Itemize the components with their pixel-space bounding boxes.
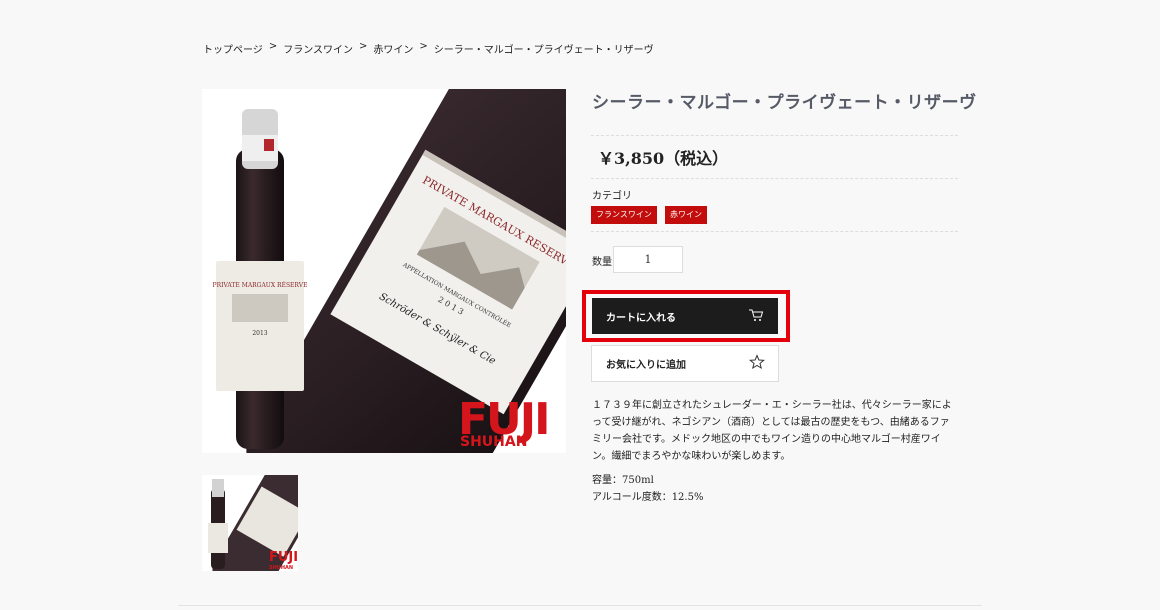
add-to-favorites-label: お気に入りに追加 bbox=[606, 360, 686, 371]
star-icon bbox=[749, 354, 765, 373]
thumbnail-image: FUJI SHUHAN bbox=[208, 475, 298, 571]
add-to-favorites-button[interactable]: お気に入りに追加 bbox=[591, 345, 779, 382]
quantity-label: 数量 bbox=[592, 257, 612, 268]
breadcrumb-separator: > bbox=[268, 41, 278, 52]
cart-icon bbox=[748, 308, 764, 325]
svg-text:SHUHAN: SHUHAN bbox=[460, 434, 527, 450]
add-to-cart-label: カートに入れる bbox=[606, 312, 676, 324]
product-description: １７３９年に創立されたシュレーダー・エ・シーラー社は、代々シーラー家によって受け… bbox=[592, 400, 952, 462]
category-label: カテゴリ bbox=[592, 191, 632, 202]
spec-volume: 容量：750ml bbox=[592, 475, 654, 486]
breadcrumb-red-wine[interactable]: 赤ワイン bbox=[373, 41, 413, 56]
breadcrumb-top[interactable]: トップページ bbox=[203, 41, 263, 56]
breadcrumb-separator: > bbox=[359, 41, 368, 52]
divider bbox=[591, 178, 958, 179]
spec-alcohol: アルコール度数：12.5% bbox=[592, 492, 704, 503]
product-main-image: PRIVATE MARGAUX RESERVE APPELLATION MARG… bbox=[202, 89, 566, 453]
fuji-shuhan-logo: FUJI SHUHAN bbox=[458, 394, 551, 450]
footer-divider bbox=[178, 605, 982, 606]
breadcrumb-french-wine[interactable]: フランスワイン bbox=[283, 41, 353, 56]
wine-bottle-image: PRIVATE MARGAUX RESERVE APPELLATION MARG… bbox=[213, 89, 566, 453]
divider bbox=[591, 231, 958, 232]
breadcrumb: トップページ > フランスワイン > 赤ワイン > シーラー・マルゴー・プライヴ… bbox=[203, 41, 654, 56]
add-to-cart-button[interactable]: カートに入れる bbox=[592, 298, 778, 334]
product-thumbnail[interactable]: FUJI SHUHAN bbox=[202, 475, 298, 571]
category-tag-red-wine[interactable]: 赤ワイン bbox=[665, 206, 707, 224]
svg-text:FUJI: FUJI bbox=[269, 550, 298, 565]
product-price: ￥3,850（税込） bbox=[598, 149, 729, 168]
product-title: シーラー・マルゴー・プライヴェート・リザーヴ bbox=[592, 93, 977, 113]
category-tag-french-wine[interactable]: フランスワイン bbox=[591, 206, 657, 224]
svg-text:SHUHAN: SHUHAN bbox=[269, 565, 293, 571]
quantity-input[interactable] bbox=[613, 246, 683, 273]
breadcrumb-separator: > bbox=[419, 41, 428, 52]
breadcrumb-current: シーラー・マルゴー・プライヴェート・リザーヴ bbox=[433, 45, 654, 56]
divider bbox=[591, 135, 958, 136]
